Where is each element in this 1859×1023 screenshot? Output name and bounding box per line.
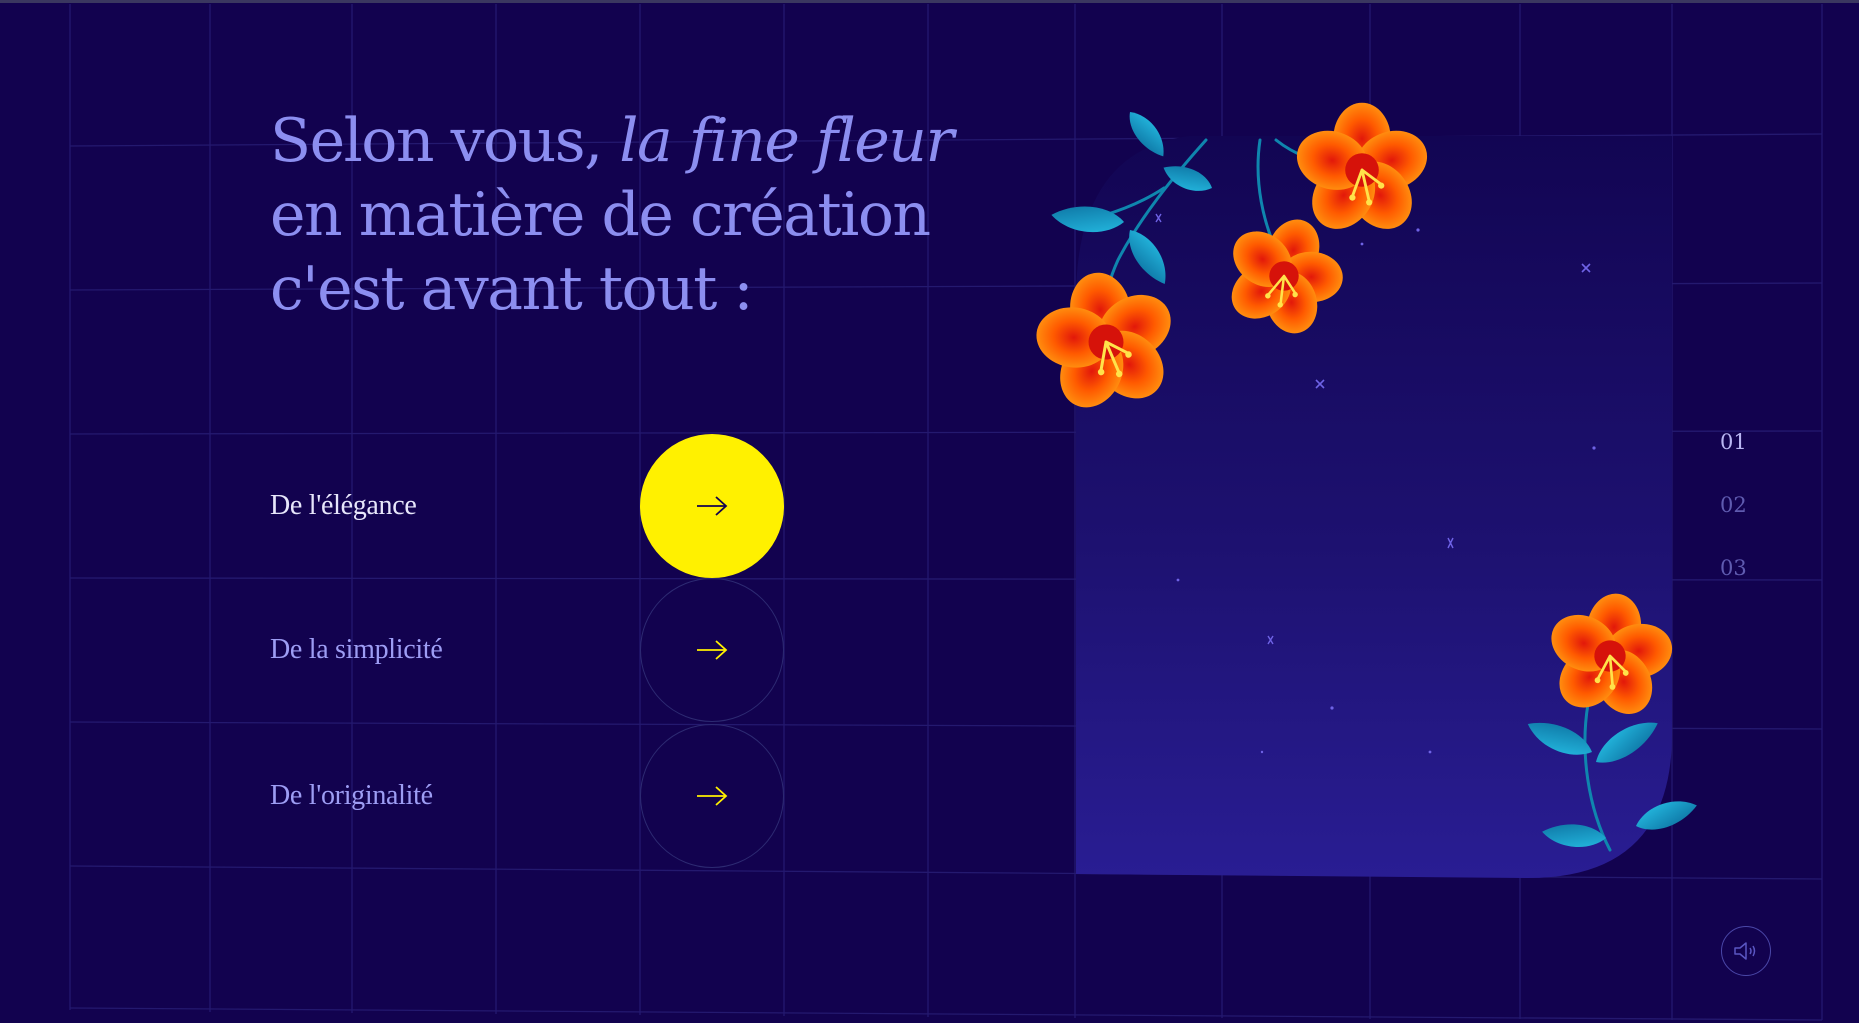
question-line-3: c'est avant tout : bbox=[270, 254, 754, 324]
answer-circle-button[interactable] bbox=[640, 434, 784, 578]
step-item-03[interactable]: 03 bbox=[1720, 556, 1747, 619]
answer-option-elegance[interactable]: De l'élégance bbox=[70, 434, 1070, 578]
arrow-right-icon bbox=[697, 786, 728, 806]
speaker-icon bbox=[1734, 942, 1756, 960]
answer-label: De l'originalité bbox=[270, 780, 433, 811]
step-item-01[interactable]: 01 bbox=[1720, 430, 1747, 493]
answer-option-simplicite[interactable]: De la simplicité bbox=[70, 578, 1070, 722]
question-title: Selon vous, la fine fleur en matière de … bbox=[270, 104, 954, 326]
step-item-02[interactable]: 02 bbox=[1720, 493, 1747, 556]
arrow-right-icon bbox=[697, 496, 728, 516]
answer-label: De la simplicité bbox=[270, 634, 443, 665]
answer-circle-button[interactable] bbox=[640, 578, 784, 722]
arrow-right-icon bbox=[697, 640, 728, 660]
sound-toggle-button[interactable] bbox=[1721, 926, 1771, 976]
answer-option-originalite[interactable]: De l'originalité bbox=[70, 724, 1070, 868]
answer-label: De l'élégance bbox=[270, 490, 417, 521]
flower-illustration bbox=[1017, 101, 1700, 878]
question-line-1-italic: la fine fleur bbox=[619, 106, 954, 176]
question-line-1: Selon vous, bbox=[270, 106, 620, 176]
answer-circle-button[interactable] bbox=[640, 724, 784, 868]
question-line-2: en matière de création bbox=[270, 180, 931, 250]
step-indicator: 01 02 03 bbox=[1720, 430, 1747, 619]
quiz-screen: Selon vous, la fine fleur en matière de … bbox=[0, 0, 1859, 1023]
